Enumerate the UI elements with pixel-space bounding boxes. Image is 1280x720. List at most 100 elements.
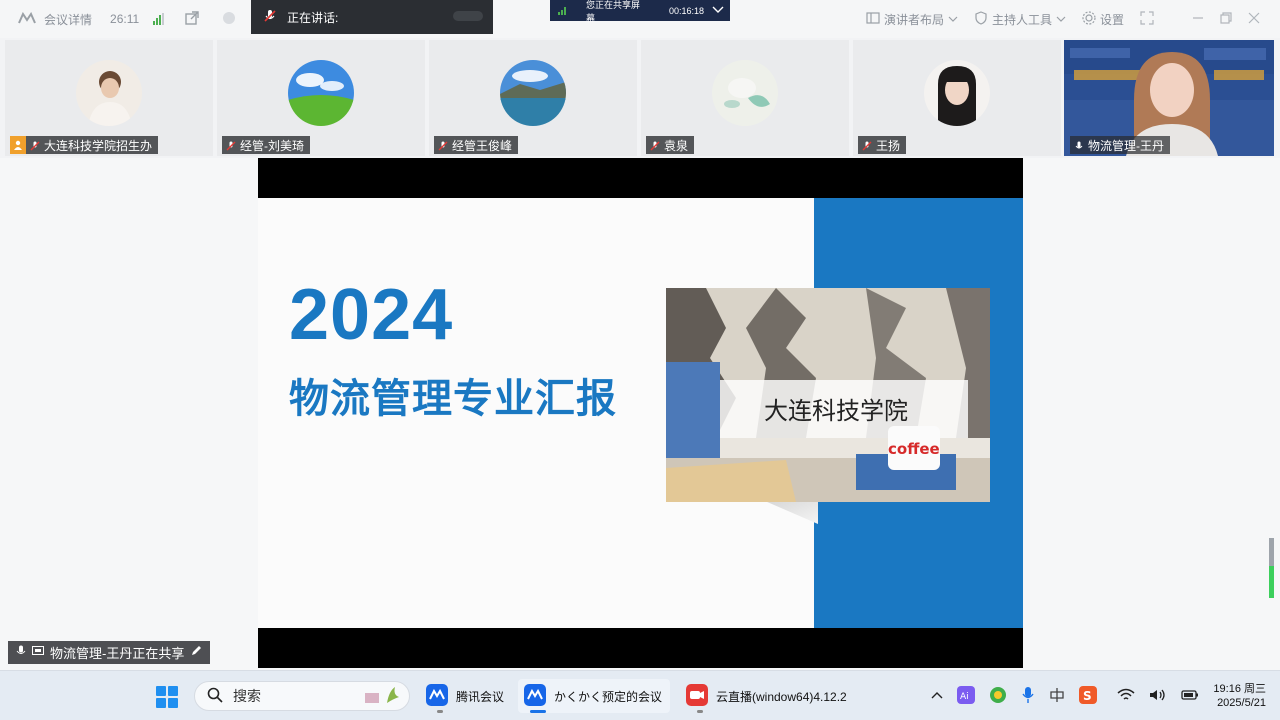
settings-button[interactable]: 设置 xyxy=(1082,10,1124,28)
network-signal-icon xyxy=(153,13,165,25)
sharer-status-tag: 物流管理-王丹正在共享 xyxy=(8,641,211,664)
presenter-layout-label: 演讲者布局 xyxy=(883,12,944,27)
photo-sign-text: 大连科技学院 xyxy=(764,397,908,425)
participant-name-tag: 王扬 xyxy=(858,136,907,154)
chevron-down-icon xyxy=(1056,12,1066,26)
svg-text:S: S xyxy=(1083,689,1092,703)
taskbar-running-indicator xyxy=(437,710,443,713)
speaking-label: 正在讲话: xyxy=(287,10,339,25)
close-icon[interactable] xyxy=(1248,12,1260,27)
meeting-timer: 26:11 xyxy=(110,12,140,26)
taskbar-app-meeting-window[interactable]: かくかく预定的会议 xyxy=(518,679,670,713)
avatar xyxy=(500,60,566,126)
search-icon xyxy=(207,687,223,706)
clock-time: 19:16 周三 xyxy=(1213,683,1266,695)
fullscreen-icon[interactable] xyxy=(1140,10,1154,28)
participant-tile[interactable]: 大连科技学院招生办 xyxy=(5,40,213,156)
svg-text:Ai: Ai xyxy=(960,692,969,702)
presenter-layout-button[interactable]: 演讲者布局 xyxy=(866,11,958,28)
speaking-indicator: 正在讲话: xyxy=(251,0,493,34)
sharer-label: 物流管理-王丹正在共享 xyxy=(50,646,185,661)
chevron-down-icon[interactable] xyxy=(712,5,724,17)
avatar xyxy=(924,60,990,126)
participant-tile[interactable]: 经管-刘美琦 xyxy=(217,40,425,156)
avatar xyxy=(712,60,778,126)
taskbar-search-box[interactable]: 搜索 xyxy=(194,681,410,711)
meeting-window: 会议详情 26:11 正在讲话: 您正在共享屏幕 00:16:18 演讲者布局 … xyxy=(0,0,1280,720)
participant-tile[interactable]: 经管王俊峰 xyxy=(429,40,637,156)
tencent-meeting-icon xyxy=(524,683,546,709)
volume-level-indicator xyxy=(1269,538,1274,598)
slide-frame: 2024 物流管理专业汇报 大连科技学院 coffee xyxy=(258,158,1023,668)
taskbar-app-label: 腾讯会议 xyxy=(456,689,505,704)
battery-icon[interactable] xyxy=(1181,688,1199,705)
participant-name-tag: 经管-刘美琦 xyxy=(222,136,310,154)
taskbar-app-tencent-meeting[interactable]: 腾讯会议 xyxy=(420,679,510,713)
photo-pillow-text: coffee xyxy=(888,440,940,458)
avatar xyxy=(288,60,354,126)
slide-photo: 大连科技学院 coffee xyxy=(666,288,990,502)
windows-start-icon[interactable] xyxy=(156,686,178,708)
chevron-down-icon xyxy=(948,12,958,26)
mic-icon xyxy=(16,645,26,660)
muted-mic-icon xyxy=(650,140,660,151)
muted-mic-icon xyxy=(226,140,236,151)
speaker-icon[interactable] xyxy=(1149,688,1167,705)
host-icon xyxy=(10,136,26,154)
system-tray: Ai S 19:16 周三 2025/5/21 xyxy=(931,671,1280,720)
participant-name-tag: 大连科技学院招生办 xyxy=(10,136,159,154)
meeting-logo-icon xyxy=(18,11,36,27)
screen-share-icon xyxy=(32,645,44,660)
participant-name: 经管-刘美琦 xyxy=(240,138,304,153)
participant-name: 经管王俊峰 xyxy=(452,138,513,153)
slide-subtitle: 物流管理专业汇报 xyxy=(289,377,617,421)
taskbar-running-indicator xyxy=(697,710,703,713)
search-highlight-icon xyxy=(363,685,401,708)
muted-mic-icon xyxy=(438,140,448,151)
status-circle-icon xyxy=(222,11,236,28)
shield-icon xyxy=(974,10,988,28)
chevron-up-icon[interactable] xyxy=(931,689,943,703)
layout-icon xyxy=(866,11,880,28)
participant-name: 物流管理-王丹 xyxy=(1088,138,1164,153)
meeting-details-button[interactable]: 会议详情 xyxy=(44,11,92,28)
restore-icon[interactable] xyxy=(1220,11,1232,27)
search-placeholder: 搜索 xyxy=(233,688,261,704)
taskbar-app-label: かくかく预定的会议 xyxy=(554,689,663,704)
taskbar-active-indicator xyxy=(530,710,546,713)
external-link-icon[interactable] xyxy=(184,10,200,29)
participant-video-tile[interactable]: 物流管理-王丹 xyxy=(1064,40,1274,156)
sogou-ime-icon[interactable]: S xyxy=(1079,685,1098,707)
participant-name-tag: 经管王俊峰 xyxy=(434,136,519,154)
ai-app-icon[interactable]: Ai xyxy=(957,685,976,707)
avatar xyxy=(76,60,142,126)
sharing-time: 00:16:18 xyxy=(668,5,704,16)
sharing-notice: 您正在共享屏幕 xyxy=(586,0,641,23)
speaking-wave-icon xyxy=(453,9,483,26)
slide-year: 2024 xyxy=(289,275,454,355)
input-method-icon[interactable] xyxy=(1049,687,1065,706)
settings-label: 设置 xyxy=(1099,12,1124,27)
tencent-meeting-icon xyxy=(426,683,448,709)
presentation-slide: 2024 物流管理专业汇报 大连科技学院 coffee xyxy=(258,198,1023,628)
muted-mic-icon xyxy=(263,9,277,26)
taskbar-app-live-stream[interactable]: 云直播(window64)4.12.2 xyxy=(680,679,853,713)
participant-strip: 大连科技学院招生办 经管-刘美琦 经管王俊峰 袁泉 王扬 物流管理-王丹 xyxy=(0,38,1280,158)
microphone-icon[interactable] xyxy=(1021,686,1035,707)
green-app-icon[interactable] xyxy=(989,686,1007,707)
clock-date: 2025/5/21 xyxy=(1217,697,1266,709)
pen-icon[interactable] xyxy=(190,645,202,660)
participant-name: 大连科技学院招生办 xyxy=(44,138,153,153)
participant-tile[interactable]: 王扬 xyxy=(853,40,1061,156)
host-tools-button[interactable]: 主持人工具 xyxy=(974,10,1066,28)
participant-name: 袁泉 xyxy=(664,138,689,153)
shared-screen-area[interactable]: 2024 物流管理专业汇报 大连科技学院 coffee 物流管理-王丹正在共享 xyxy=(0,158,1280,670)
sharing-status-pill[interactable]: 您正在共享屏幕 00:16:18 xyxy=(550,0,730,23)
participant-name-tag: 物流管理-王丹 xyxy=(1070,136,1170,154)
minimize-icon[interactable] xyxy=(1192,12,1204,27)
participant-tile[interactable]: 袁泉 xyxy=(641,40,849,156)
taskbar-clock[interactable]: 19:16 周三 2025/5/21 xyxy=(1213,682,1266,710)
wifi-icon[interactable] xyxy=(1117,688,1135,705)
host-tools-label: 主持人工具 xyxy=(991,12,1052,27)
taskbar-app-label: 云直播(window64)4.12.2 xyxy=(716,689,847,704)
